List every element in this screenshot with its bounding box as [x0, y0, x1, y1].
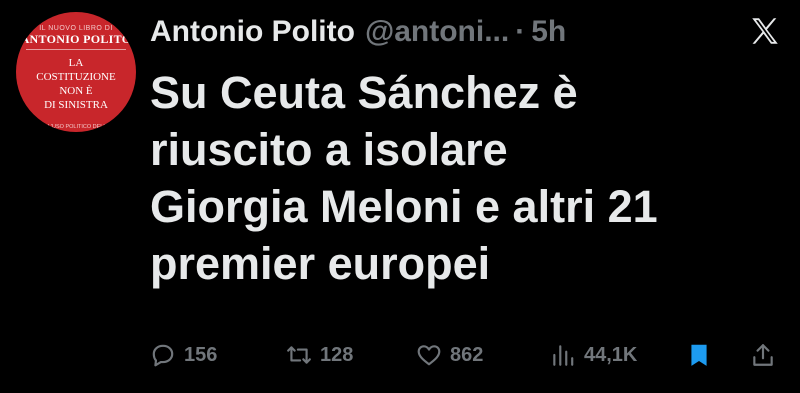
avatar[interactable]: IL NUOVO LIBRO DI ANTONIO POLITO LA COST… [16, 12, 136, 132]
like-count: 862 [450, 343, 484, 366]
tweet-timestamp[interactable]: 5h [531, 15, 566, 49]
views-count: 44,1K [584, 343, 638, 366]
tweet-text-line: Giorgia Meloni e altri 21 [150, 181, 658, 232]
avatar-title-line: COSTITUZIONE [36, 71, 116, 83]
tweet-text-line: premier europei [150, 238, 491, 289]
retweet-icon [287, 346, 311, 364]
avatar-top-text: IL NUOVO LIBRO DI [39, 25, 113, 32]
tweet-text: Su Ceuta Sánchez è riuscito a isolare Gi… [150, 64, 770, 292]
tweet-text-line: Su Ceuta Sánchez è [150, 67, 578, 118]
reply-icon [152, 344, 174, 367]
tweet-header: Antonio Polito @antoni... · 5h [150, 12, 566, 52]
action-bar: 156 128 862 44,1K [150, 338, 790, 372]
retweet-button[interactable]: 128 [286, 338, 353, 372]
avatar-author-text: ANTONIO POLITO [20, 32, 132, 46]
views-button[interactable]: 44,1K [550, 338, 637, 372]
views-icon [553, 345, 574, 366]
author-name[interactable]: Antonio Polito [150, 15, 355, 49]
share-button[interactable] [750, 338, 784, 372]
reply-button[interactable]: 156 [150, 338, 217, 372]
share-icon [753, 344, 773, 366]
avatar-title-line: NON È [59, 85, 93, 97]
avatar-title-line: LA [68, 57, 84, 69]
bookmark-button[interactable] [686, 338, 720, 372]
reply-count: 156 [184, 343, 218, 366]
bookmark-icon [691, 344, 707, 366]
like-icon [417, 345, 441, 366]
avatar-title-line: DI SINISTRA [44, 99, 108, 111]
tweet[interactable]: IL NUOVO LIBRO DI ANTONIO POLITO LA COST… [0, 0, 800, 393]
like-button[interactable]: 862 [416, 338, 483, 372]
author-handle[interactable]: @antoni... [365, 15, 509, 49]
avatar-divider [26, 49, 126, 50]
avatar-subtitle: CONTRO L'USO POLITICO DELLA CARTA [22, 124, 130, 130]
header-separator: · [515, 15, 526, 48]
retweet-count: 128 [320, 343, 354, 366]
x-logo-icon [752, 18, 778, 44]
avatar-book-title: LA COSTITUZIONE NON È DI SINISTRA [16, 56, 136, 112]
tweet-text-line: riuscito a isolare [150, 124, 508, 175]
